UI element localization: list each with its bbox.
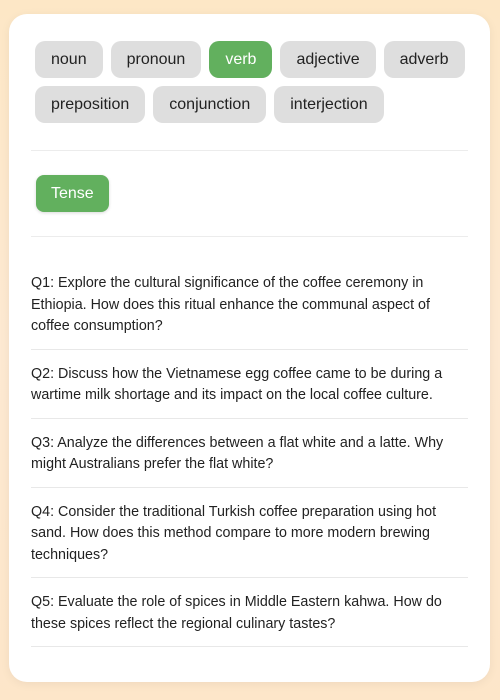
pos-button-conjunction[interactable]: conjunction <box>153 86 267 123</box>
subcategory-row: Tense <box>31 151 468 236</box>
divider <box>31 236 468 237</box>
question-item: Q5: Evaluate the role of spices in Middl… <box>31 578 468 647</box>
pos-button-interjection[interactable]: interjection <box>274 86 384 123</box>
pos-button-pronoun[interactable]: pronoun <box>110 41 202 78</box>
pos-button-adverb[interactable]: adverb <box>383 41 465 78</box>
question-item: Q3: Analyze the differences between a fl… <box>31 419 468 488</box>
question-item: Q2: Discuss how the Vietnamese egg coffe… <box>31 350 468 419</box>
pos-button-noun[interactable]: noun <box>35 41 103 78</box>
tense-button[interactable]: Tense <box>36 175 109 212</box>
pos-button-verb[interactable]: verb <box>209 41 273 78</box>
question-item: Q1: Explore the cultural significance of… <box>31 259 468 350</box>
question-list: Q1: Explore the cultural significance of… <box>31 259 468 647</box>
question-item: Q4: Consider the traditional Turkish cof… <box>31 488 468 578</box>
quiz-card: noun pronoun verb adjective adverb prepo… <box>9 14 490 682</box>
part-of-speech-selector: noun pronoun verb adjective adverb prepo… <box>35 41 468 123</box>
pos-button-preposition[interactable]: preposition <box>35 86 146 123</box>
pos-button-adjective[interactable]: adjective <box>280 41 376 78</box>
